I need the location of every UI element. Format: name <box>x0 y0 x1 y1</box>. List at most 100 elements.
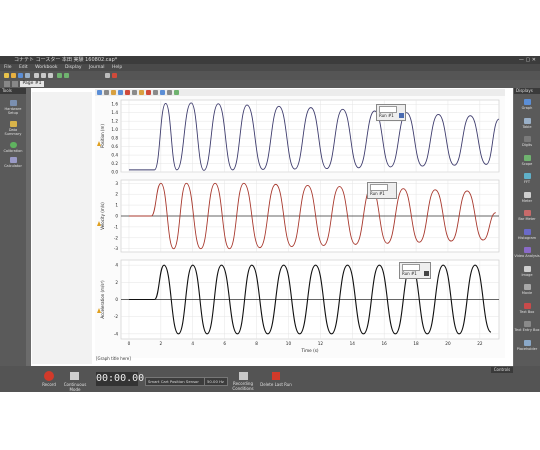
y-tick-label: 0 <box>115 297 118 302</box>
sensor-select[interactable]: Smart Cart Position Sensor <box>145 377 205 386</box>
statistics-icon[interactable] <box>132 90 137 95</box>
x-tick-label: 16 <box>381 341 387 346</box>
y-tick-label: 0.6 <box>111 144 118 149</box>
y-tick-label: 1 <box>115 203 118 208</box>
x-tick-label: 20 <box>445 341 451 346</box>
legend-stop-icon[interactable] <box>424 271 429 276</box>
data-table-icon[interactable] <box>174 90 179 95</box>
paste-icon[interactable] <box>48 73 53 78</box>
display-item-text-box[interactable]: Text Box <box>514 302 540 314</box>
tools-panel-title: Tools <box>0 88 26 94</box>
window-controls-icon[interactable]: — ▢ ✕ <box>519 56 536 64</box>
mode-label[interactable]: Continuous Mode <box>58 382 92 392</box>
legend-swatch <box>402 264 420 271</box>
recording-conditions-icon[interactable] <box>239 372 248 380</box>
cut-icon[interactable] <box>34 73 39 78</box>
graph-display[interactable]: 0.0 0.2 0.4 0.6 0.8 1.0 1.2 1.4 1.6 Position (m) -… <box>95 96 505 358</box>
sample-rate-select[interactable]: 50.00 Hz <box>204 377 228 386</box>
coordinates-icon[interactable] <box>118 90 123 95</box>
redo-icon[interactable] <box>64 73 69 78</box>
x-tick-label: 12 <box>318 341 324 346</box>
display-item-fft[interactable]: FFT <box>514 173 540 184</box>
tool-data-summary[interactable]: Data Summary <box>0 121 26 136</box>
legend-velocity[interactable]: Run #1 <box>367 182 397 199</box>
menu-help[interactable]: Help <box>112 65 122 70</box>
display-item-table[interactable]: Table <box>514 117 540 129</box>
delete-icon[interactable] <box>167 90 172 95</box>
tool-calculator[interactable]: Calculator <box>0 157 26 168</box>
y-tick-label: -1 <box>114 224 119 229</box>
select-tool-icon[interactable] <box>104 90 109 95</box>
display-item-scope[interactable]: Scope <box>514 154 540 166</box>
undo-icon[interactable] <box>57 73 62 78</box>
display-label: Graph <box>521 106 533 110</box>
x-tick-label: 0 <box>128 341 131 346</box>
display-item-movie[interactable]: Movie <box>514 284 540 295</box>
graphs-svg: 0.0 0.2 0.4 0.6 0.8 1.0 1.2 1.4 1.6 Position (m) -… <box>97 99 500 353</box>
display-item-graph[interactable]: Graph <box>514 99 540 110</box>
copy-icon[interactable] <box>41 73 46 78</box>
page-blank-area <box>32 92 92 364</box>
delete-page-icon[interactable] <box>112 73 117 78</box>
x-tick-label: 10 <box>286 341 292 346</box>
x-tick-label: 8 <box>255 341 258 346</box>
x-tick-label: 6 <box>223 341 226 346</box>
display-item-digits[interactable]: Digits <box>514 136 540 147</box>
y-tick-label: -4 <box>114 331 119 336</box>
legend-position[interactable]: Run #1 <box>376 104 406 121</box>
page-nav-icon[interactable] <box>4 81 10 87</box>
print-icon[interactable] <box>25 73 30 78</box>
display-label: Text Entry Box <box>514 328 540 332</box>
graph-title-placeholder[interactable]: [Graph title here] <box>96 356 131 361</box>
menu-file[interactable]: File <box>4 65 12 70</box>
recording-conditions-label[interactable]: Recording Conditions <box>226 381 260 391</box>
tool-label: Calibration <box>3 149 23 153</box>
display-item-text-entry-box[interactable]: Text Entry Box <box>514 321 540 332</box>
legend-run-label: Run #1 <box>370 191 385 196</box>
menu-journal[interactable]: Journal <box>89 65 105 70</box>
run-select-icon[interactable] <box>160 90 165 95</box>
tab-page-1[interactable]: Page #1 <box>20 81 44 87</box>
menu-workbook[interactable]: Workbook <box>35 65 57 70</box>
add-plot-icon[interactable] <box>153 90 158 95</box>
mode-icon[interactable] <box>70 372 79 380</box>
tool-hardware-setup[interactable]: Hardware Setup <box>0 100 26 115</box>
placeholder-icon <box>523 339 531 346</box>
display-item-bar-meter[interactable]: Bar Meter <box>514 210 540 221</box>
delete-last-run-label[interactable]: Delete Last Run <box>258 382 294 387</box>
y-tick-label: -3 <box>114 246 119 251</box>
elapsed-time: 00:00.00 <box>96 372 145 386</box>
display-item-image[interactable]: Image <box>514 265 540 277</box>
menu-display[interactable]: Display <box>65 65 82 70</box>
display-item-histogram[interactable]: Histogram <box>514 228 540 240</box>
page-nav-next-icon[interactable] <box>12 81 18 87</box>
new-icon[interactable] <box>4 73 9 78</box>
save-icon[interactable] <box>18 73 23 78</box>
legend-acceleration[interactable]: Run #1 <box>399 262 431 279</box>
delete-last-run-icon[interactable] <box>272 372 280 380</box>
annotation-icon[interactable] <box>139 90 144 95</box>
display-label: Video Analysis <box>514 254 540 258</box>
movie-icon <box>523 284 531 290</box>
display-item-meter[interactable]: Meter <box>514 191 540 203</box>
x-tick-label: 14 <box>350 341 356 346</box>
curve-fit-icon[interactable] <box>125 90 130 95</box>
tool-calibration[interactable]: Calibration <box>0 142 26 153</box>
legend-play-icon[interactable] <box>399 113 404 118</box>
menu-edit[interactable]: Edit <box>19 65 28 70</box>
open-icon[interactable] <box>11 73 16 78</box>
highlight-icon[interactable] <box>111 90 116 95</box>
display-label: Image <box>521 272 533 277</box>
display-item-placeholder[interactable]: Placeholder <box>514 339 540 351</box>
y-tick-label: 0.8 <box>111 136 118 141</box>
camera-icon[interactable] <box>105 73 110 78</box>
scale-to-fit-icon[interactable] <box>97 90 102 95</box>
y-tick-label: -2 <box>114 314 119 319</box>
y-axis-label: Position (m) <box>100 124 105 148</box>
record-button[interactable] <box>44 371 54 381</box>
tool-label: Hardware Setup <box>4 107 22 115</box>
warning-icon[interactable] <box>146 90 151 95</box>
display-item-video-analysis[interactable]: Video Analysis <box>514 247 540 258</box>
display-label: Meter <box>521 198 533 203</box>
hardware-icon <box>9 100 17 106</box>
